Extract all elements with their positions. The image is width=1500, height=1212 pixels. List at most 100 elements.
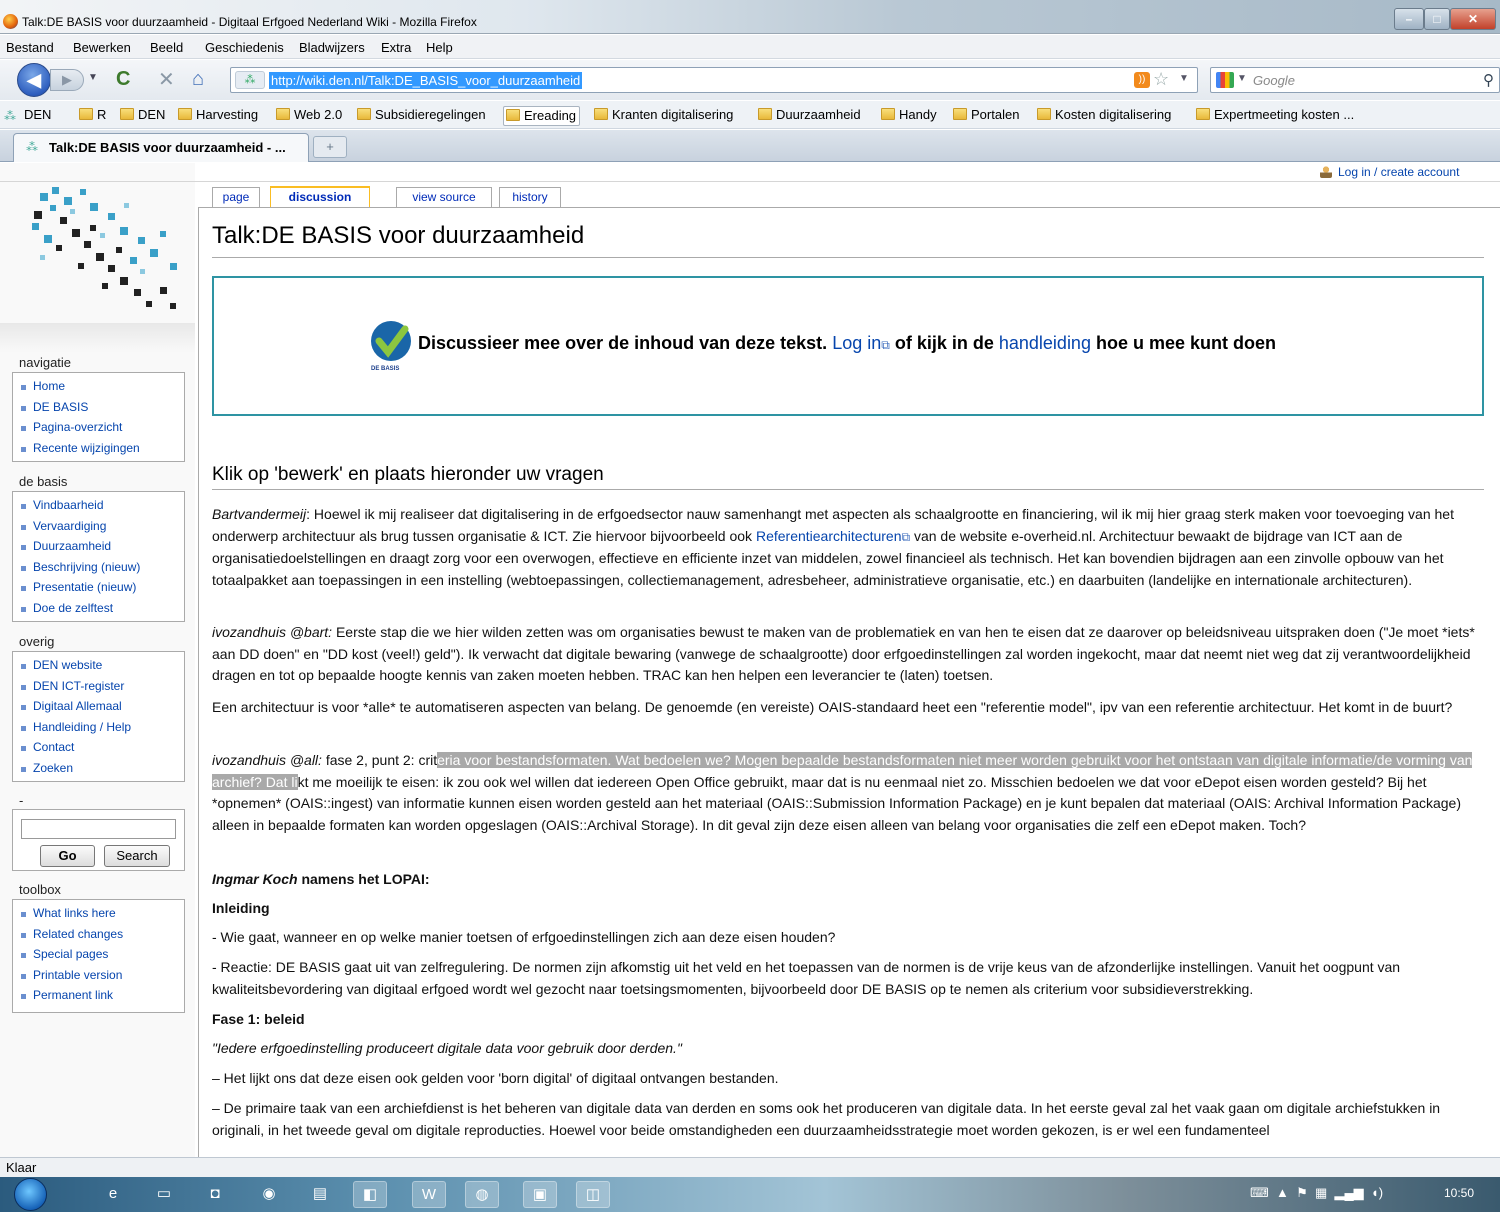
- site-identity-icon[interactable]: ⁂: [235, 71, 265, 89]
- taskbar-app-icon[interactable]: ◧: [353, 1181, 387, 1208]
- bookmark-label: Handy: [899, 107, 937, 122]
- sidebar-item-related-changes[interactable]: Related changes: [21, 924, 184, 945]
- menu-bewerken[interactable]: Bewerken: [73, 40, 131, 55]
- bookmark-den[interactable]: ⁂ DEN: [4, 106, 51, 126]
- comment-architectuur: Een architectuur is voor *alle* te autom…: [212, 699, 1453, 715]
- sidebar-item-vindbaarheid[interactable]: Vindbaarheid: [21, 495, 184, 516]
- tab-view-source[interactable]: view source: [396, 187, 492, 208]
- firefox-taskbar-icon[interactable]: ◍: [465, 1181, 499, 1208]
- minimize-button[interactable]: –: [1394, 8, 1424, 30]
- search-bar[interactable]: ▼ Google ⚲: [1210, 67, 1500, 93]
- bookmark-folder-handy[interactable]: Handy: [879, 106, 937, 126]
- search-placeholder[interactable]: Google: [1253, 73, 1295, 88]
- reactie-text: - Reactie: DE BASIS gaat uit van zelfreg…: [212, 959, 1401, 997]
- sidebar-item-den-ict-register[interactable]: DEN ICT-register: [21, 676, 184, 697]
- rss-feed-icon[interactable]: )): [1134, 72, 1150, 88]
- sidebar-item-printable-version[interactable]: Printable version: [21, 965, 184, 986]
- search-engine-dropdown-icon[interactable]: ▼: [1237, 73, 1247, 84]
- outlook-icon[interactable]: ◘: [198, 1181, 232, 1208]
- sidebar-item-zelftest[interactable]: Doe de zelftest: [21, 598, 184, 619]
- start-button[interactable]: [14, 1178, 47, 1211]
- google-engine-icon[interactable]: [1216, 72, 1234, 88]
- bookmark-star-icon[interactable]: ☆: [1153, 69, 1169, 90]
- clock: 10:50: [1444, 1186, 1475, 1200]
- bookmark-label: DEN: [138, 107, 166, 122]
- sidebar-item-zoeken[interactable]: Zoeken: [21, 758, 184, 779]
- portlet-toolbox: What links here Related changes Special …: [12, 899, 185, 1013]
- login-link[interactable]: Log in / create account: [1320, 165, 1459, 179]
- sidebar-item-digitaal-allemaal[interactable]: Digitaal Allemaal: [21, 696, 184, 717]
- wiki-search-input[interactable]: [21, 819, 176, 839]
- sidebar-item-recente-wijzigingen[interactable]: Recente wijzigingen: [21, 438, 184, 459]
- bookmark-label: Expertmeeting kosten ...: [1214, 107, 1355, 122]
- search-button[interactable]: Search: [104, 845, 170, 867]
- ie-icon[interactable]: e: [96, 1181, 130, 1208]
- reload-icon[interactable]: C: [116, 68, 130, 91]
- sidebar-item-home[interactable]: Home: [21, 376, 184, 397]
- maximize-button[interactable]: □: [1424, 8, 1450, 30]
- bookmark-folder-subsidieregelingen[interactable]: Subsidieregelingen: [355, 106, 486, 126]
- media-player-icon[interactable]: ◉: [252, 1181, 286, 1208]
- referentiearchitecturen-link[interactable]: Referentiearchitecturen⧉: [756, 528, 910, 544]
- status-bar: Klaar: [0, 1157, 1500, 1177]
- sidebar-item-de-basis[interactable]: DE BASIS: [21, 397, 184, 418]
- menu-extra[interactable]: Extra: [381, 40, 411, 55]
- menu-bladwijzers[interactable]: Bladwijzers: [299, 40, 365, 55]
- back-arrow-icon[interactable]: ◀: [17, 63, 51, 97]
- bookmark-folder-harvesting[interactable]: Harvesting: [176, 106, 258, 126]
- bookmark-folder-expertmeeting[interactable]: Expertmeeting kosten ...: [1194, 106, 1354, 126]
- den-wiki-logo[interactable]: [20, 183, 190, 323]
- sidebar-item-den-website[interactable]: DEN website: [21, 655, 184, 676]
- tab-history[interactable]: history: [499, 187, 561, 208]
- sidebar-item-duurzaamheid[interactable]: Duurzaamheid: [21, 536, 184, 557]
- system-tray-icons[interactable]: ⌨ ▲ ⚑ ▦ ▂▄▆ ◖): [1250, 1185, 1383, 1201]
- bookmark-folder-den[interactable]: DEN: [118, 106, 165, 126]
- window-taskbar-icon[interactable]: ▣: [523, 1181, 557, 1208]
- url-text[interactable]: http://wiki.den.nl/Talk:DE_BASIS_voor_du…: [269, 72, 583, 89]
- sidebar-item-special-pages[interactable]: Special pages: [21, 944, 184, 965]
- search-icon[interactable]: ⚲: [1483, 71, 1494, 89]
- forward-arrow-icon[interactable]: ▶: [50, 69, 84, 91]
- bookmark-folder-r[interactable]: R: [77, 106, 106, 126]
- login-label: Log in / create account: [1338, 165, 1460, 179]
- title-underline: [212, 257, 1484, 258]
- sidebar-item-presentatie[interactable]: Presentatie (nieuw): [21, 577, 184, 598]
- bookmark-folder-web20[interactable]: Web 2.0: [274, 106, 342, 126]
- menu-geschiedenis[interactable]: Geschiedenis: [205, 40, 284, 55]
- portlet-navigatie: Home DE BASIS Pagina-overzicht Recente w…: [12, 372, 185, 462]
- calculator-icon[interactable]: ▤: [303, 1181, 337, 1208]
- menu-beeld[interactable]: Beeld: [150, 40, 183, 55]
- sidebar-item-handleiding[interactable]: Handleiding / Help: [21, 717, 184, 738]
- sidebar-item-contact[interactable]: Contact: [21, 737, 184, 758]
- go-button[interactable]: Go: [40, 845, 95, 867]
- acrobat-icon[interactable]: ◫: [576, 1181, 610, 1208]
- browser-tab-active[interactable]: ⁂ Talk:DE BASIS voor duurzaamheid - ...: [13, 133, 309, 162]
- login-notice-link[interactable]: Log in⧉: [832, 333, 890, 353]
- stop-icon[interactable]: ✕: [158, 67, 175, 92]
- bookmark-folder-kranten[interactable]: Kranten digitalisering: [592, 106, 733, 126]
- handleiding-link[interactable]: handleiding: [999, 333, 1091, 353]
- bookmark-folder-ereading[interactable]: Ereading: [503, 106, 581, 126]
- bookmark-folder-duurzaamheid[interactable]: Duurzaamheid: [756, 106, 861, 126]
- sidebar-item-pagina-overzicht[interactable]: Pagina-overzicht: [21, 417, 184, 438]
- sidebar-item-beschrijving[interactable]: Beschrijving (nieuw): [21, 557, 184, 578]
- explorer-icon[interactable]: ▭: [147, 1181, 181, 1208]
- url-bar[interactable]: ⁂ http://wiki.den.nl/Talk:DE_BASIS_voor_…: [230, 67, 1198, 93]
- sidebar-item-permanent-link[interactable]: Permanent link: [21, 985, 184, 1006]
- tab-page[interactable]: page: [212, 187, 260, 208]
- lopai-heading: Ingmar Koch namens het LOPAI:: [212, 869, 1487, 891]
- sidebar-item-vervaardiging[interactable]: Vervaardiging: [21, 516, 184, 537]
- word-icon[interactable]: W: [412, 1181, 446, 1208]
- menu-bestand[interactable]: Bestand: [6, 40, 54, 55]
- bookmark-folder-kosten[interactable]: Kosten digitalisering: [1035, 106, 1171, 126]
- heading-underline: [212, 489, 1484, 490]
- sidebar-item-what-links-here[interactable]: What links here: [21, 903, 184, 924]
- bookmark-folder-portalen[interactable]: Portalen: [951, 106, 1019, 126]
- home-icon[interactable]: ⌂: [192, 68, 204, 91]
- close-button[interactable]: ✕: [1450, 8, 1496, 30]
- tab-discussion[interactable]: discussion: [270, 186, 370, 208]
- url-dropdown-icon[interactable]: ▼: [1179, 73, 1189, 84]
- new-tab-button[interactable]: +: [313, 136, 347, 158]
- history-dropdown-icon[interactable]: ▼: [88, 72, 98, 83]
- menu-help[interactable]: Help: [426, 40, 453, 55]
